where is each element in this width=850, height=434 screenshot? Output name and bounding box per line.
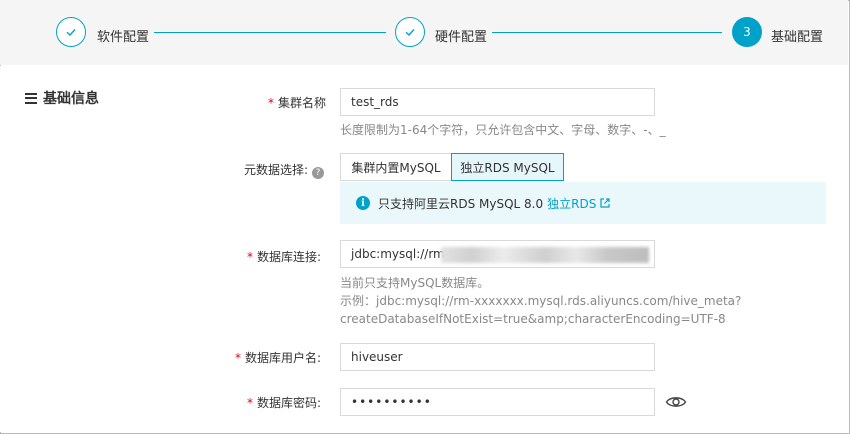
metadata-label: 元数据选择:?: [244, 161, 324, 179]
db-user-label-text: 数据库用户名:: [244, 351, 321, 365]
redacted-region: [441, 247, 649, 263]
db-password-input[interactable]: ••••••••••: [340, 388, 655, 416]
db-connection-hint-2: 示例：jdbc:mysql://rm-xxxxxxx.mysql.rds.ali…: [340, 294, 742, 308]
metadata-option-builtin[interactable]: 集群内置MySQL: [340, 153, 452, 181]
cluster-name-label: * 集群名称: [268, 94, 326, 111]
step-1-label: 软件配置: [97, 30, 150, 45]
db-password-label-text: 数据库密码:: [256, 396, 321, 410]
cluster-name-label-text: 集群名称: [277, 96, 326, 110]
db-password-label: * 数据库密码:: [247, 394, 321, 411]
db-user-label: * 数据库用户名:: [235, 349, 321, 366]
required-mark: *: [246, 396, 253, 410]
info-icon: i: [356, 196, 370, 210]
list-icon: [25, 92, 37, 104]
db-user-input[interactable]: hiveuser: [340, 343, 655, 371]
step-3-number: 3: [732, 17, 762, 47]
password-value: ••••••••••: [351, 395, 432, 409]
section-title-text: 基础信息: [43, 91, 99, 107]
form-panel: 基础信息 * 集群名称 test_rds 长度限制为1-64个字符，只允许包含中文…: [0, 66, 848, 432]
cluster-name-input[interactable]: test_rds: [340, 88, 655, 116]
required-mark: *: [246, 250, 253, 264]
step-progress: 软件配置 硬件配置 3 基础配置: [0, 0, 848, 65]
db-connection-label-text: 数据库连接:: [256, 250, 321, 264]
db-connection-label: * 数据库连接:: [247, 248, 321, 265]
rds-notice: i 只支持阿里云RDS MySQL 8.0 独立RDS: [340, 182, 826, 224]
section-title: 基础信息: [25, 88, 99, 108]
step-1-check-icon: [56, 17, 86, 47]
required-mark: *: [267, 96, 274, 110]
required-mark: *: [234, 351, 241, 365]
db-connection-hint-3: createDatabaseIfNotExist=true&amp;charac…: [340, 312, 726, 326]
db-connection-hint-1: 当前只支持MySQL数据库。: [340, 276, 490, 290]
help-icon[interactable]: ?: [312, 167, 324, 179]
step-connector: [492, 32, 722, 33]
metadata-label-text: 元数据选择:: [243, 163, 308, 177]
notice-text: 只支持阿里云RDS MySQL 8.0: [378, 196, 544, 211]
db-connection-input[interactable]: jdbc:mysql://rm-: [340, 240, 655, 268]
eye-icon[interactable]: [665, 391, 687, 413]
db-connection-value: jdbc:mysql://rm-: [351, 247, 450, 261]
step-3-label: 基础配置: [771, 30, 824, 45]
step-connector: [154, 32, 386, 33]
step-2-label: 硬件配置: [435, 30, 488, 45]
external-link-icon[interactable]: [599, 197, 611, 209]
metadata-option-rds[interactable]: 独立RDS MySQL: [451, 153, 564, 181]
step-2-check-icon: [395, 17, 425, 47]
rds-link[interactable]: 独立RDS: [547, 195, 596, 212]
cluster-name-hint: 长度限制为1-64个字符，只允许包含中文、字母、数字、-、_: [340, 123, 666, 137]
